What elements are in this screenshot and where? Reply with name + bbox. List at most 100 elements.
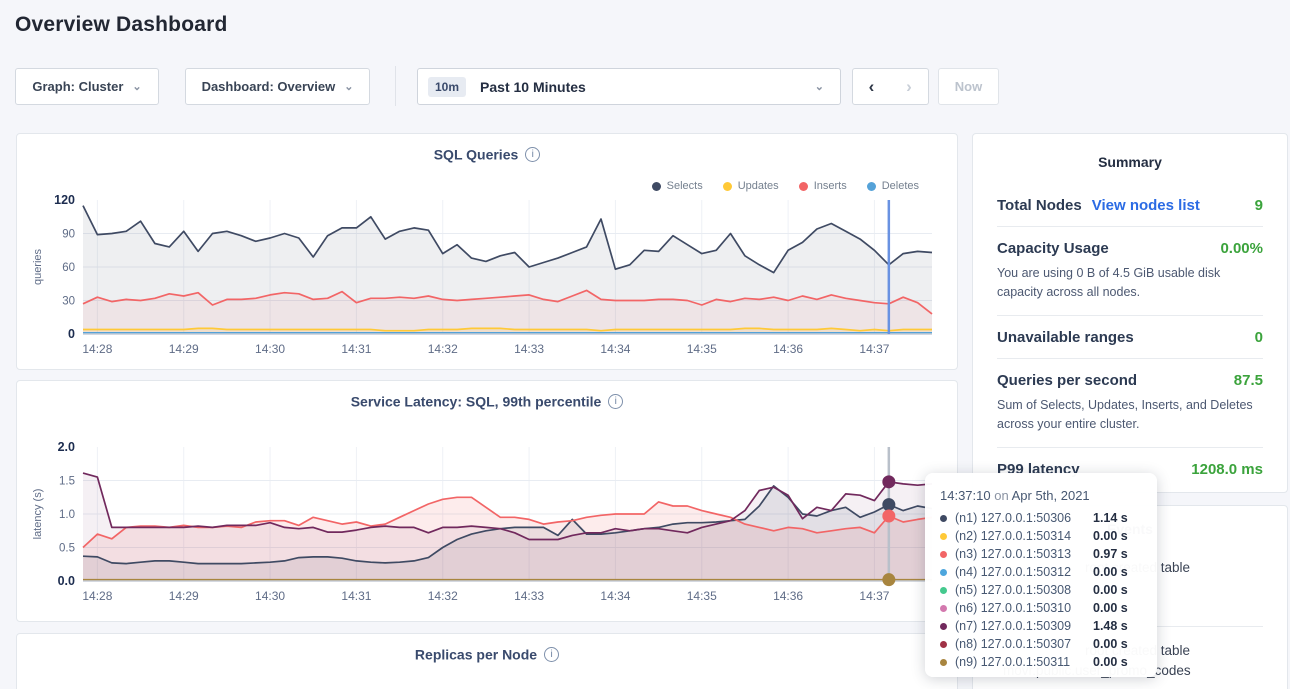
info-icon[interactable]: i: [544, 647, 559, 662]
svg-text:14:30: 14:30: [255, 589, 285, 603]
svg-text:14:37: 14:37: [859, 589, 889, 603]
svg-text:120: 120: [54, 193, 75, 207]
svg-text:queries: queries: [32, 248, 44, 285]
tooltip-node-name: (n8) 127.0.0.1:50307: [955, 637, 1093, 651]
svg-text:14:34: 14:34: [600, 589, 630, 603]
tooltip-node-list: (n1) 127.0.0.1:503061.14 s(n2) 127.0.0.1…: [940, 509, 1157, 671]
tooltip-node-name: (n4) 127.0.0.1:50312: [955, 565, 1093, 579]
unavailable-ranges-value: 0: [1255, 329, 1263, 346]
graph-scope-dropdown[interactable]: Graph: Cluster ⌄: [15, 68, 159, 105]
node-dot-icon: [940, 533, 947, 540]
svg-text:0: 0: [68, 327, 75, 341]
svg-text:14:28: 14:28: [82, 342, 112, 356]
svg-text:14:28: 14:28: [82, 589, 112, 603]
controls-divider: [395, 66, 396, 106]
tooltip-node-row: (n8) 127.0.0.1:503070.00 s: [940, 635, 1157, 653]
summary-panel: Summary Total Nodes View nodes list 9 Ca…: [972, 133, 1288, 493]
node-dot-icon: [940, 641, 947, 648]
tooltip-node-row: (n1) 127.0.0.1:503061.14 s: [940, 509, 1157, 527]
svg-text:0.5: 0.5: [59, 543, 75, 555]
replicas-chart-panel: Replicas per Nodei: [16, 633, 958, 689]
page-title: Overview Dashboard: [15, 13, 228, 37]
tooltip-node-value: 0.97 s: [1093, 547, 1128, 561]
p99-latency-value: 1208.0 ms: [1191, 461, 1263, 478]
svg-text:1.5: 1.5: [59, 476, 75, 488]
tooltip-node-value: 1.14 s: [1093, 511, 1128, 525]
node-dot-icon: [940, 515, 947, 522]
svg-text:14:32: 14:32: [428, 589, 458, 603]
svg-text:14:31: 14:31: [341, 589, 371, 603]
tooltip-node-row: (n6) 127.0.0.1:503100.00 s: [940, 599, 1157, 617]
summary-row-unavailable: Unavailable ranges 0: [997, 316, 1263, 359]
svg-text:14:32: 14:32: [428, 342, 458, 356]
qps-desc: Sum of Selects, Updates, Inserts, and De…: [997, 396, 1263, 435]
capacity-desc: You are using 0 B of 4.5 GiB usable disk…: [997, 264, 1263, 303]
total-nodes-label: Total Nodes: [997, 197, 1082, 214]
summary-row-qps: Queries per second 87.5 Sum of Selects, …: [997, 359, 1263, 448]
svg-text:14:37: 14:37: [859, 342, 889, 356]
time-now-button[interactable]: Now: [938, 68, 999, 105]
svg-text:0.0: 0.0: [58, 574, 75, 588]
tooltip-node-name: (n5) 127.0.0.1:50308: [955, 583, 1093, 597]
sql-queries-chart-panel: SQL Queriesi Selects Updates Inserts Del…: [16, 133, 958, 370]
tooltip-timestamp: 14:37:10 on Apr 5th, 2021: [940, 488, 1157, 503]
dashboard-dropdown[interactable]: Dashboard: Overview ⌄: [185, 68, 370, 105]
svg-text:14:35: 14:35: [687, 342, 717, 356]
tooltip-node-value: 1.48 s: [1093, 619, 1128, 633]
node-dot-icon: [940, 605, 947, 612]
capacity-label: Capacity Usage: [997, 240, 1109, 257]
chevron-down-icon: ⌄: [815, 80, 824, 93]
node-dot-icon: [940, 587, 947, 594]
summary-title: Summary: [973, 134, 1287, 170]
svg-text:1.0: 1.0: [59, 509, 75, 521]
svg-text:14:29: 14:29: [169, 342, 199, 356]
time-range-badge: 10m: [428, 77, 466, 97]
sql-queries-chart[interactable]: 14:2814:2914:3014:3114:3214:3314:3414:35…: [17, 134, 957, 369]
tooltip-node-name: (n6) 127.0.0.1:50310: [955, 601, 1093, 615]
tooltip-node-value: 0.00 s: [1093, 601, 1128, 615]
time-range-dropdown[interactable]: 10m Past 10 Minutes ⌄: [417, 68, 841, 105]
view-nodes-list-link[interactable]: View nodes list: [1092, 197, 1200, 214]
time-range-label: Past 10 Minutes: [480, 79, 586, 95]
svg-text:14:29: 14:29: [169, 589, 199, 603]
svg-text:14:33: 14:33: [514, 342, 544, 356]
service-latency-chart[interactable]: 14:28 14:29 14:30 14:31 14:32 14:33 14:34 14:35…: [17, 381, 957, 621]
latency-hover-tooltip: 14:37:10 on Apr 5th, 2021 (n1) 127.0.0.1…: [925, 473, 1157, 677]
tooltip-node-name: (n3) 127.0.0.1:50313: [955, 547, 1093, 561]
capacity-value: 0.00%: [1220, 240, 1263, 257]
svg-text:14:33: 14:33: [514, 589, 544, 603]
tooltip-node-row: (n5) 127.0.0.1:503080.00 s: [940, 581, 1157, 599]
svg-text:30: 30: [62, 296, 75, 308]
node-dot-icon: [940, 659, 947, 666]
replicas-chart-title: Replicas per Nodei: [17, 645, 957, 662]
time-next-button[interactable]: ›: [890, 68, 929, 105]
summary-row-capacity: Capacity Usage 0.00% You are using 0 B o…: [997, 227, 1263, 316]
tooltip-node-value: 0.00 s: [1093, 637, 1128, 651]
tooltip-node-row: (n2) 127.0.0.1:503140.00 s: [940, 527, 1157, 545]
tooltip-node-row: (n7) 127.0.0.1:503091.48 s: [940, 617, 1157, 635]
chevron-down-icon: ⌄: [132, 80, 141, 93]
svg-text:14:36: 14:36: [773, 589, 803, 603]
dashboard-label: Dashboard: Overview: [202, 79, 336, 94]
tooltip-node-value: 0.00 s: [1093, 565, 1128, 579]
tooltip-node-value: 0.00 s: [1093, 529, 1128, 543]
time-prev-button[interactable]: ‹: [852, 68, 891, 105]
svg-text:14:36: 14:36: [773, 342, 803, 356]
tooltip-node-row: (n3) 127.0.0.1:503130.97 s: [940, 545, 1157, 563]
svg-text:14:34: 14:34: [600, 342, 630, 356]
tooltip-node-name: (n2) 127.0.0.1:50314: [955, 529, 1093, 543]
svg-text:90: 90: [62, 229, 75, 241]
tooltip-node-row: (n4) 127.0.0.1:503120.00 s: [940, 563, 1157, 581]
svg-text:2.0: 2.0: [58, 440, 75, 454]
tooltip-node-value: 0.00 s: [1093, 583, 1128, 597]
tooltip-node-row: (n9) 127.0.0.1:503110.00 s: [940, 653, 1157, 671]
tooltip-node-value: 0.00 s: [1093, 655, 1128, 669]
graph-scope-label: Graph: Cluster: [32, 79, 123, 94]
total-nodes-value: 9: [1255, 197, 1263, 214]
unavailable-ranges-label: Unavailable ranges: [997, 329, 1134, 346]
qps-value: 87.5: [1234, 372, 1263, 389]
svg-text:14:30: 14:30: [255, 342, 285, 356]
tooltip-node-name: (n9) 127.0.0.1:50311: [955, 655, 1093, 669]
svg-text:latency (s): latency (s): [32, 489, 44, 540]
svg-text:14:35: 14:35: [687, 589, 717, 603]
